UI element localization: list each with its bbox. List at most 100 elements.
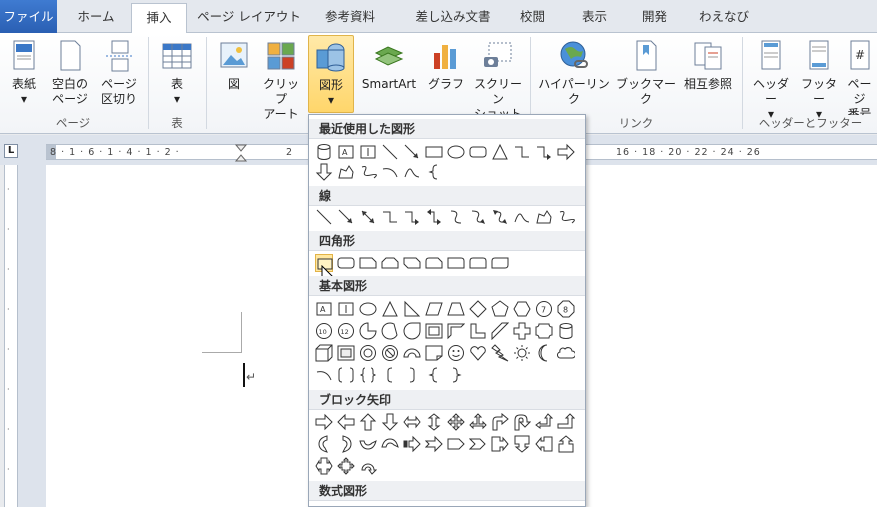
page-break-button[interactable]: ページ 区切り — [96, 35, 142, 115]
arrow-line-shape-icon[interactable] — [403, 143, 421, 161]
trapezoid-shape-icon[interactable] — [447, 300, 465, 318]
left-bracket-shape-icon[interactable] — [381, 366, 399, 384]
round-same-side-rectangle-shape-icon[interactable] — [469, 254, 487, 272]
quad-arrow-shape-icon[interactable] — [447, 413, 465, 431]
elbow-arrow-shape-icon[interactable] — [403, 208, 421, 226]
up-arrow-shape-icon[interactable] — [359, 413, 377, 431]
left-right-arrow-callout-shape-icon[interactable] — [315, 457, 333, 475]
shapes-button[interactable]: 図形 ▾ — [308, 35, 354, 113]
round-diagonal-rectangle-shape-icon[interactable] — [491, 254, 509, 272]
arc-shape-icon[interactable] — [315, 366, 333, 384]
up-down-arrow-shape-icon[interactable] — [425, 413, 443, 431]
curved-left-arrow-shape-icon[interactable] — [337, 435, 355, 453]
triangle-shape-icon[interactable] — [491, 143, 509, 161]
down-arrow-callout-shape-icon[interactable] — [513, 435, 531, 453]
snip-round-rectangle-shape-icon[interactable] — [425, 254, 443, 272]
down-arrow-shape-icon[interactable] — [381, 413, 399, 431]
chevron-shape-icon[interactable] — [469, 435, 487, 453]
clip-art-button[interactable]: クリップ アート — [258, 35, 304, 121]
freeform-shape-icon[interactable] — [535, 208, 553, 226]
smiley-face-shape-icon[interactable] — [447, 344, 465, 362]
u-turn-arrow-shape-icon[interactable] — [513, 413, 531, 431]
pentagon-arrow-shape-icon[interactable] — [447, 435, 465, 453]
snip-same-side-rectangle-shape-icon[interactable] — [381, 254, 399, 272]
curve-shape-icon[interactable] — [513, 208, 531, 226]
quad-arrow-callout-shape-icon[interactable] — [337, 457, 355, 475]
parallelogram-shape-icon[interactable] — [425, 300, 443, 318]
freeform-shape-icon[interactable] — [337, 163, 355, 181]
block-arc-shape-icon[interactable] — [403, 344, 421, 362]
indent-marker-icon[interactable] — [235, 144, 247, 162]
left-arrow-callout-shape-icon[interactable] — [535, 435, 553, 453]
tab-view[interactable]: 表示 — [572, 3, 617, 33]
elbow-connector-shape-icon[interactable] — [513, 143, 531, 161]
curved-double-arrow-shape-icon[interactable] — [491, 208, 509, 226]
tab-review[interactable]: 校閲 — [510, 3, 555, 33]
left-arrow-shape-icon[interactable] — [337, 413, 355, 431]
curve-shape-icon[interactable] — [403, 163, 421, 181]
dodecagon-shape-icon[interactable]: 12 — [337, 322, 355, 340]
chord-shape-icon[interactable] — [381, 322, 399, 340]
tab-file[interactable]: ファイル — [0, 0, 57, 33]
curved-right-arrow-shape-icon[interactable] — [315, 435, 333, 453]
plaque-shape-icon[interactable] — [535, 322, 553, 340]
heart-shape-icon[interactable] — [469, 344, 487, 362]
bent-arrow-shape-icon[interactable] — [491, 413, 509, 431]
circular-arrow-shape-icon[interactable] — [359, 457, 377, 475]
right-arrow-shape-icon[interactable] — [557, 143, 575, 161]
tab-page-layout[interactable]: ページ レイアウト — [195, 3, 303, 33]
right-arrow-shape-icon[interactable] — [315, 413, 333, 431]
elbow-connector-shape-icon[interactable] — [381, 208, 399, 226]
l-shape-icon[interactable] — [469, 322, 487, 340]
line-shape-icon[interactable] — [381, 143, 399, 161]
sun-shape-icon[interactable] — [513, 344, 531, 362]
oval-shape-icon[interactable] — [447, 143, 465, 161]
frame-shape-icon[interactable] — [425, 322, 443, 340]
cloud-shape-icon[interactable] — [557, 344, 575, 362]
pentagon-shape-icon[interactable] — [491, 300, 509, 318]
cross-reference-button[interactable]: 相互参照 — [678, 35, 738, 115]
triangle-shape-icon[interactable] — [381, 300, 399, 318]
left-right-up-arrow-shape-icon[interactable] — [469, 413, 487, 431]
line-shape-icon[interactable] — [315, 208, 333, 226]
notched-right-arrow-shape-icon[interactable] — [425, 435, 443, 453]
snip-single-corner-rectangle-shape-icon[interactable] — [359, 254, 377, 272]
right-bracket-shape-icon[interactable] — [403, 366, 421, 384]
round-single-corner-rectangle-shape-icon[interactable] — [447, 254, 465, 272]
scribble-shape-icon[interactable] — [359, 163, 377, 181]
arrow-shape-icon[interactable] — [337, 208, 355, 226]
curved-connector-shape-icon[interactable] — [447, 208, 465, 226]
tab-insert[interactable]: 挿入 — [131, 3, 187, 34]
right-arrow-callout-shape-icon[interactable] — [491, 435, 509, 453]
rounded-rectangle-shape-icon[interactable] — [337, 254, 355, 272]
no-symbol-shape-icon[interactable] — [381, 344, 399, 362]
tab-references[interactable]: 参考資料 — [315, 3, 385, 33]
double-bracket-shape-icon[interactable] — [337, 366, 355, 384]
elbow-arrow-connector-shape-icon[interactable] — [535, 143, 553, 161]
right-brace-shape-icon[interactable] — [447, 366, 465, 384]
rectangle-shape-icon[interactable] — [425, 143, 443, 161]
tab-selector[interactable]: L — [4, 144, 18, 158]
oval-shape-icon[interactable] — [359, 300, 377, 318]
left-right-arrow-shape-icon[interactable] — [403, 413, 421, 431]
cross-shape-icon[interactable] — [513, 322, 531, 340]
octagon-shape-icon[interactable]: 8 — [557, 300, 575, 318]
hyperlink-button[interactable]: ハイパーリンク — [534, 35, 614, 115]
right-triangle-shape-icon[interactable] — [403, 300, 421, 318]
smartart-button[interactable]: SmartArt — [356, 35, 422, 115]
striped-right-arrow-shape-icon[interactable] — [403, 435, 421, 453]
moon-shape-icon[interactable] — [535, 344, 553, 362]
pie-shape-icon[interactable] — [359, 322, 377, 340]
picture-button[interactable]: 図 — [214, 35, 254, 115]
curved-arrow-connector-shape-icon[interactable] — [469, 208, 487, 226]
scribble-shape-icon[interactable] — [557, 208, 575, 226]
tab-developer[interactable]: 開発 — [632, 3, 677, 33]
text-box-shape-icon[interactable]: A — [315, 300, 333, 318]
left-brace-shape-icon[interactable] — [425, 366, 443, 384]
up-arrow-callout-shape-icon[interactable] — [557, 435, 575, 453]
header-button[interactable]: ヘッダー ▾ — [748, 35, 794, 121]
teardrop-shape-icon[interactable] — [403, 322, 421, 340]
diamond-shape-icon[interactable] — [469, 300, 487, 318]
vertical-text-box-shape-icon[interactable] — [359, 143, 377, 161]
table-button[interactable]: 表 ▾ — [154, 35, 200, 115]
